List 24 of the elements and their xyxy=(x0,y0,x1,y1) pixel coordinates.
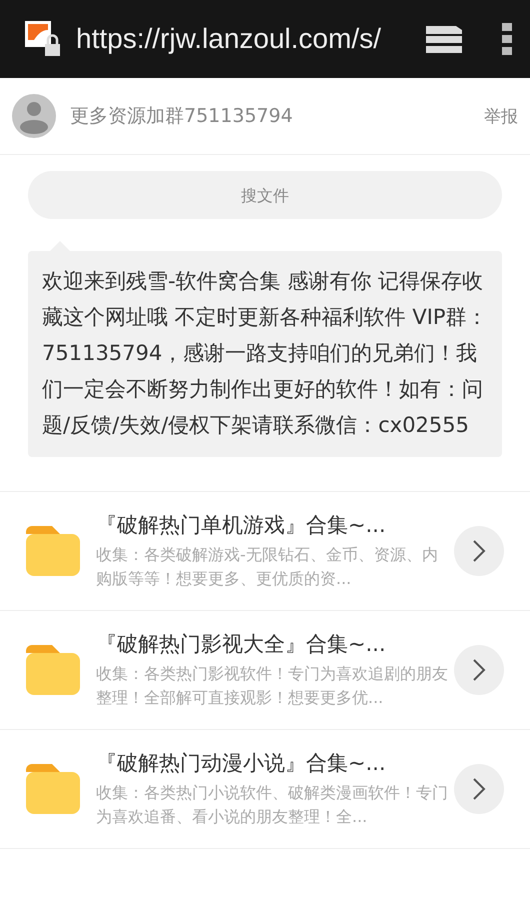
open-folder-button[interactable] xyxy=(454,645,504,695)
chevron-right-icon xyxy=(472,539,486,563)
search-field[interactable]: 搜文件 xyxy=(28,171,502,219)
folder-description: 收集：各类热门影视软件！专门为喜欢追剧的朋友整理！全部解可直接观影！想要更多优... xyxy=(96,663,448,709)
avatar-icon xyxy=(12,94,56,138)
tabs-icon[interactable] xyxy=(426,24,462,54)
url-text[interactable]: https://rjw.lanzoul.com/s/ xyxy=(76,23,412,55)
chevron-right-icon xyxy=(472,777,486,801)
folder-icon xyxy=(26,645,80,695)
folder-title[interactable]: 『破解热门动漫小说』合集~... xyxy=(96,749,438,777)
folder-icon xyxy=(26,526,80,576)
folder-description: 收集：各类热门小说软件、破解类漫画软件！专门为喜欢追番、看小说的朋友整理！全... xyxy=(96,782,448,828)
announcement-text: 欢迎来到残雪-软件窝合集 感谢有你 记得保存收藏这个网址哦 不定时更新各种福利软件 VIP群：751135794，感谢一路支持咱们的兄弟们！我们一定会不断努力制作出更好的软件！如有：问题/反馈/失效/侵权下架请联系微信：cx02555 xyxy=(42,269,488,437)
group-info-text: 更多资源加群751135794 xyxy=(70,104,294,129)
menu-icon[interactable] xyxy=(502,23,512,55)
folder-title[interactable]: 『破解热门单机游戏』合集~... xyxy=(96,511,438,539)
folder-icon xyxy=(26,764,80,814)
folder-description: 收集：各类破解游戏-无限钻石、金币、资源、内购版等等！想要更多、更优质的资... xyxy=(96,544,439,590)
site-lock-icon xyxy=(24,20,62,58)
chevron-right-icon xyxy=(472,658,486,682)
folder-title[interactable]: 『破解热门影视大全』合集~... xyxy=(96,630,438,658)
open-folder-button[interactable] xyxy=(454,526,504,576)
open-folder-button[interactable] xyxy=(454,764,504,814)
report-link[interactable]: 举报 xyxy=(484,104,518,128)
